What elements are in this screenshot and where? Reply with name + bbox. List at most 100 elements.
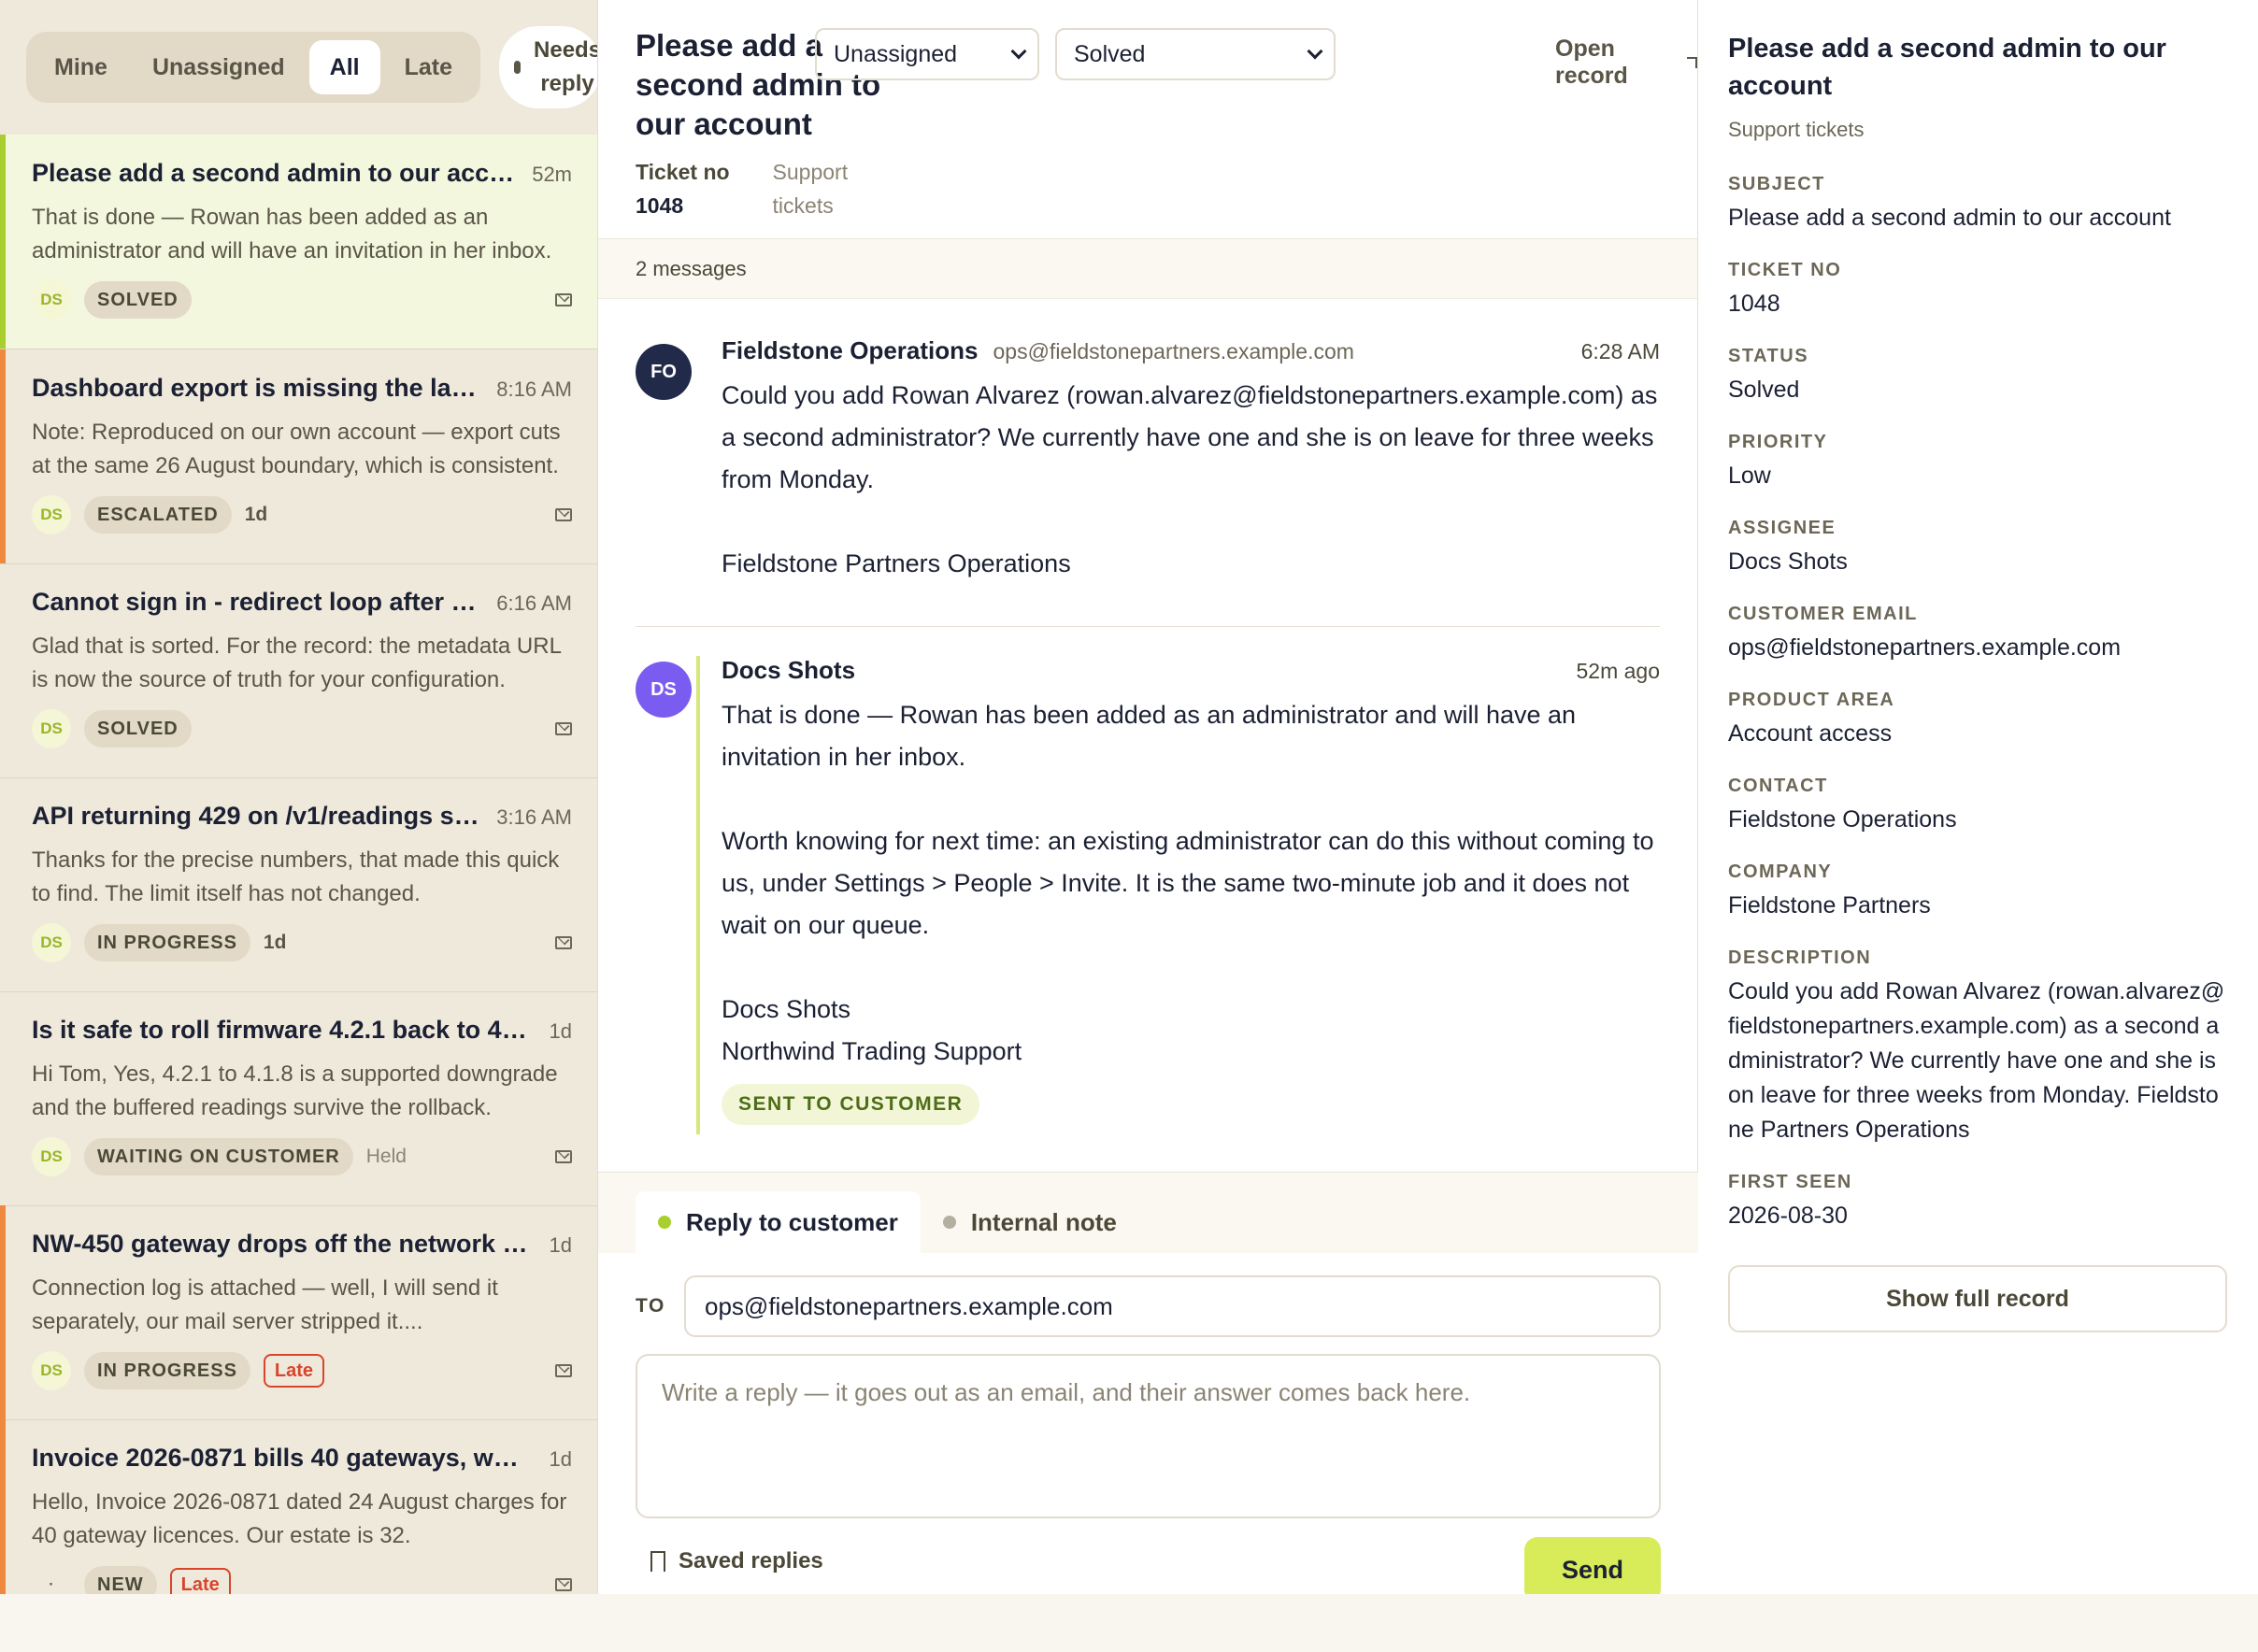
field-label: STATUS bbox=[1728, 346, 1809, 366]
assignee-avatar: DS bbox=[32, 495, 71, 534]
ticket-time: 3:16 AM bbox=[496, 805, 572, 829]
ticket-accent-bar bbox=[0, 1205, 6, 1419]
message-time: 52m ago bbox=[1576, 659, 1660, 683]
record-field: TICKET NO 1048 bbox=[1728, 260, 2228, 321]
ticket-list-item[interactable]: API returning 429 on /v1/readings since … bbox=[0, 777, 597, 992]
record-field: ASSIGNEE Docs Shots bbox=[1728, 518, 2228, 579]
filter-all[interactable]: All bbox=[308, 40, 380, 94]
mail-icon bbox=[555, 1364, 572, 1377]
message-customer: FO Fieldstone Operations ops@fieldstonep… bbox=[636, 336, 1660, 585]
ticket-age: 1d bbox=[244, 504, 268, 525]
filter-unassigned[interactable]: Unassigned bbox=[132, 40, 306, 94]
ticket-queue: Support tickets bbox=[772, 160, 849, 218]
ticket-title: Please add a second admin to our account bbox=[32, 159, 516, 187]
assignee-avatar: DS bbox=[32, 1351, 71, 1390]
assignee-avatar: DS bbox=[32, 1137, 71, 1176]
open-record-link[interactable]: Open record bbox=[1555, 36, 1697, 90]
field-value: Fieldstone Partners bbox=[1728, 892, 1931, 919]
ticket-list-item[interactable]: Invoice 2026-0871 bills 40 gateways, we … bbox=[0, 1419, 597, 1594]
status-badge: NEW bbox=[84, 1566, 157, 1594]
sender-name: Fieldstone Operations bbox=[722, 336, 979, 364]
ticket-list-item[interactable]: Is it safe to roll firmware 4.2.1 back t… bbox=[0, 991, 597, 1206]
ticket-title: Cannot sign in - redirect loop after SSO… bbox=[32, 588, 479, 616]
field-label: FIRST SEEN bbox=[1728, 1172, 1852, 1192]
field-label: TICKET NO bbox=[1728, 260, 1842, 280]
ticket-preview: Note: Reproduced on our own account — ex… bbox=[32, 420, 561, 478]
filter-late[interactable]: Late bbox=[384, 40, 473, 94]
assignee-select[interactable]: Unassigned bbox=[815, 28, 1039, 80]
reply-textarea[interactable] bbox=[637, 1356, 1659, 1517]
field-value: Fieldstone Operations bbox=[1728, 806, 1957, 833]
status-select[interactable]: Solved bbox=[1055, 28, 1336, 80]
to-email-field[interactable] bbox=[684, 1275, 1661, 1337]
ticket-list-item[interactable]: Please add a second admin to our account… bbox=[0, 135, 597, 349]
record-title: Please add a second admin to our account bbox=[1728, 34, 2166, 101]
send-button[interactable]: Send bbox=[1524, 1537, 1661, 1594]
ticket-accent-bar bbox=[0, 1419, 6, 1594]
field-label: CONTACT bbox=[1728, 776, 1828, 796]
conversation-pane: Please add a second admin to our account… bbox=[598, 0, 1698, 1594]
field-value: Please add a second admin to our account bbox=[1728, 205, 2171, 231]
message-agent: DS Docs Shots 52m ago That is done — Row… bbox=[636, 656, 1660, 1134]
to-label: TO bbox=[636, 1295, 665, 1317]
message-time: 6:28 AM bbox=[1580, 339, 1660, 363]
record-field: FIRST SEEN 2026-08-30 bbox=[1728, 1172, 2228, 1233]
tab-internal-note[interactable]: Internal note bbox=[921, 1191, 1139, 1253]
show-full-record-button[interactable]: Show full record bbox=[1728, 1265, 2227, 1332]
ticket-accent-bar bbox=[0, 135, 6, 349]
ticket-time: 1d bbox=[549, 1233, 572, 1257]
field-label: ASSIGNEE bbox=[1728, 518, 1836, 538]
filter-mine[interactable]: Mine bbox=[34, 40, 128, 94]
ticket-time: 8:16 AM bbox=[496, 377, 572, 401]
ticket-preview: Connection log is attached — well, I wil… bbox=[32, 1275, 498, 1334]
record-field: CONTACT Fieldstone Operations bbox=[1728, 776, 2228, 837]
record-fields: SUBJECT Please add a second admin to our … bbox=[1728, 174, 2228, 1233]
field-label: SUBJECT bbox=[1728, 174, 1825, 194]
avatar: FO bbox=[636, 344, 692, 400]
reply-composer: Reply to customer Internal note TO Saved… bbox=[598, 1172, 1698, 1594]
external-link-icon bbox=[1687, 57, 1697, 68]
status-badge: IN PROGRESS bbox=[84, 924, 250, 961]
avatar: DS bbox=[636, 662, 692, 718]
status-badge: IN PROGRESS bbox=[84, 1352, 250, 1389]
sender-email: ops@fieldstonepartners.example.com bbox=[993, 339, 1354, 363]
ticket-age: 1d bbox=[263, 932, 287, 953]
ticket-number: Ticket no 1048 bbox=[636, 160, 730, 218]
ticket-time: 6:16 AM bbox=[496, 591, 572, 615]
ticket-accent-bar bbox=[0, 349, 6, 563]
conversation-header: Please add a second admin to our account… bbox=[598, 0, 1697, 239]
ticket-list-item[interactable]: Cannot sign in - redirect loop after SSO… bbox=[0, 563, 597, 778]
field-label: PRODUCT AREA bbox=[1728, 690, 1895, 710]
ticket-title: Invoice 2026-0871 bills 40 gateways, we … bbox=[32, 1444, 533, 1472]
assignee-avatar: DS bbox=[32, 280, 71, 320]
mail-icon bbox=[555, 293, 572, 306]
field-label: PRIORITY bbox=[1728, 432, 1828, 452]
mail-icon bbox=[555, 508, 572, 521]
field-label: DESCRIPTION bbox=[1728, 947, 1872, 968]
record-field: PRODUCT AREA Account access bbox=[1728, 690, 2228, 751]
field-value: 2026-08-30 bbox=[1728, 1203, 1848, 1229]
chevron-down-icon bbox=[1010, 43, 1027, 60]
needs-reply-toggle[interactable]: Needs reply bbox=[499, 26, 597, 108]
chevron-down-icon bbox=[1307, 43, 1323, 60]
status-dot-icon bbox=[658, 1216, 671, 1229]
record-field: SUBJECT Please add a second admin to our … bbox=[1728, 174, 2228, 235]
ticket-list-item[interactable]: NW-450 gateway drops off the network eve… bbox=[0, 1205, 597, 1420]
assignee-avatar: DS bbox=[32, 923, 71, 962]
bookmark-icon bbox=[650, 1551, 665, 1572]
reply-quote-bar bbox=[696, 656, 700, 1134]
record-field: CUSTOMER EMAIL ops@fieldstonepartners.exa… bbox=[1728, 604, 2228, 665]
sent-to-customer-badge: SENT TO CUSTOMER bbox=[722, 1084, 980, 1125]
saved-replies-button[interactable]: Saved replies bbox=[650, 1548, 823, 1574]
ticket-list-item[interactable]: Dashboard export is missing the last day… bbox=[0, 349, 597, 564]
ticket-preview: Thanks for the precise numbers, that mad… bbox=[32, 847, 560, 906]
record-subtitle: Support tickets bbox=[1728, 118, 1865, 141]
field-value: Could you add Rowan Alvarez (rowan.alvar… bbox=[1728, 978, 2225, 1143]
toggle-dot-icon bbox=[514, 61, 522, 74]
message-divider bbox=[636, 626, 1660, 627]
field-value: Docs Shots bbox=[1728, 548, 1848, 575]
field-value: Low bbox=[1728, 463, 1771, 489]
sender-name: Docs Shots bbox=[722, 656, 856, 684]
late-badge: Late bbox=[169, 1568, 231, 1594]
tab-reply-to-customer[interactable]: Reply to customer bbox=[636, 1191, 921, 1253]
